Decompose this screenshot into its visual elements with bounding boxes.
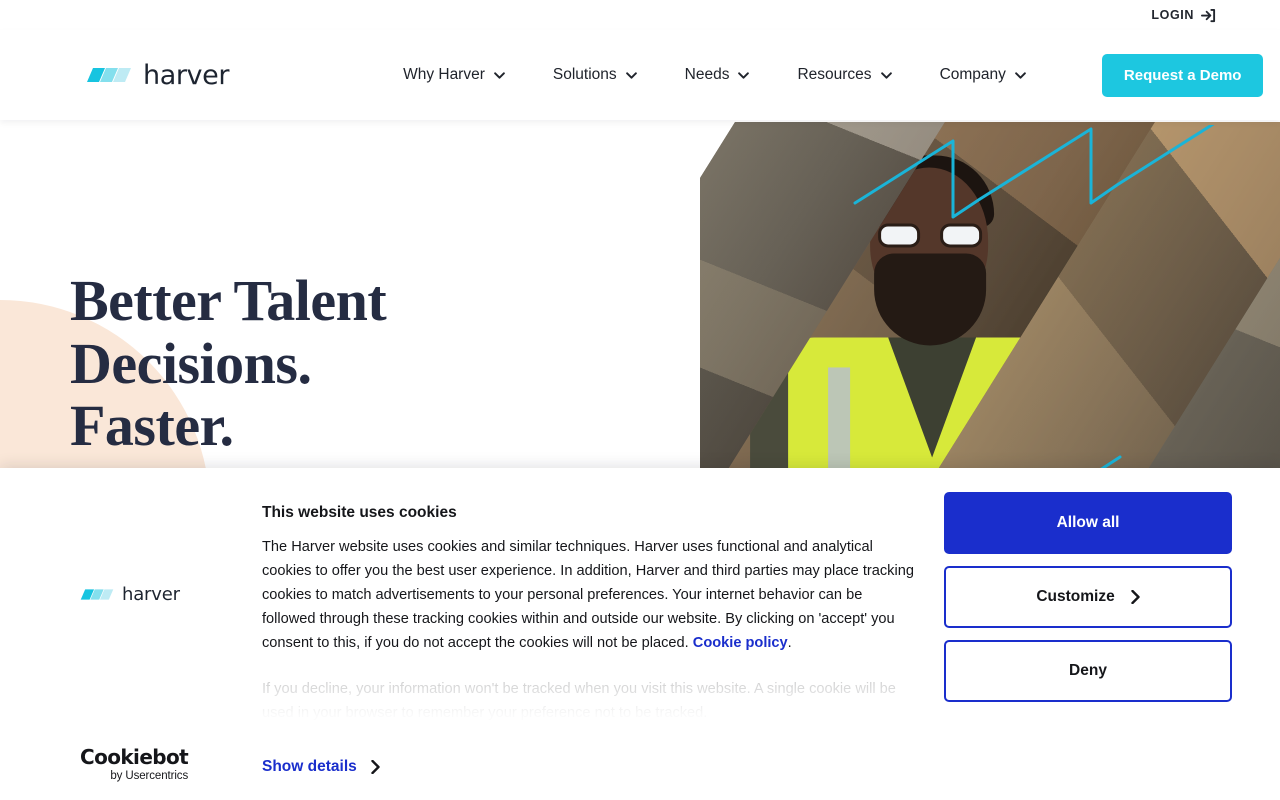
deny-label: Deny: [1069, 662, 1107, 679]
utility-bar: LOGIN: [0, 0, 1280, 30]
nav-item-solutions[interactable]: Solutions: [529, 66, 661, 84]
cookie-banner-actions: Allow all Customize Deny: [944, 492, 1256, 800]
chevron-right-icon: [371, 760, 380, 774]
allow-all-button[interactable]: Allow all: [944, 492, 1232, 554]
cookie-banner-title: This website uses cookies: [262, 504, 457, 521]
login-link[interactable]: LOGIN: [1151, 8, 1216, 23]
cookie-banner-harver-logo: harver: [80, 584, 180, 605]
hero-title-line-3: Faster.: [70, 393, 234, 459]
allow-all-label: Allow all: [1056, 514, 1120, 531]
customize-label: Customize: [1036, 588, 1115, 605]
page-root: LOGIN harver Why Harver Solutions Needs …: [0, 0, 1280, 800]
chevron-down-icon: [494, 71, 505, 79]
cookiebot-logo: Cookiebot by Usercentrics: [80, 745, 189, 782]
nav-item-why-harver[interactable]: Why Harver: [379, 66, 529, 84]
nav-item-needs[interactable]: Needs: [661, 66, 774, 84]
nav-label: Why Harver: [403, 66, 485, 83]
hero-title-line-1: Better Talent: [70, 268, 387, 333]
cookiebot-name: Cookiebot: [80, 745, 189, 769]
hero-image: [700, 122, 1280, 470]
hero-copy: Better Talent Decisions. Faster.: [70, 268, 387, 459]
cookie-banner-content: This website uses cookies The Harver web…: [262, 492, 944, 800]
page-title: Better Talent Decisions. Faster.: [70, 268, 387, 459]
harver-logo-mark: [87, 68, 131, 82]
nav-item-company[interactable]: Company: [916, 66, 1050, 84]
chevron-right-icon: [1130, 590, 1140, 604]
request-demo-button[interactable]: Request a Demo: [1101, 53, 1264, 97]
nav-label: Resources: [797, 66, 872, 83]
sign-in-icon: [1201, 8, 1216, 22]
show-details-link[interactable]: Show details: [262, 758, 914, 776]
customize-button[interactable]: Customize: [944, 566, 1232, 628]
login-label: LOGIN: [1151, 8, 1194, 22]
main-navigation: Why Harver Solutions Needs Resources Com…: [379, 66, 1050, 84]
cookie-body-text-end: .: [787, 634, 792, 651]
cookie-consent-banner: harver Cookiebot by Usercentrics This we…: [0, 468, 1280, 800]
cookie-body-text: The Harver website uses cookies and simi…: [262, 539, 914, 651]
harver-logo-text: harver: [143, 59, 230, 91]
nav-label: Needs: [684, 66, 730, 83]
chevron-down-icon: [880, 71, 892, 79]
hero-title-line-2: Decisions.: [70, 330, 312, 396]
chevron-down-icon: [738, 71, 750, 79]
nav-item-resources[interactable]: Resources: [773, 66, 915, 84]
cookie-banner-branding: harver Cookiebot by Usercentrics: [24, 492, 262, 800]
cookie-banner-body-secondary: If you decline, your information won't b…: [262, 680, 896, 721]
harver-logo[interactable]: harver: [86, 60, 229, 91]
cookie-policy-link[interactable]: Cookie policy: [693, 635, 788, 651]
deny-button[interactable]: Deny: [944, 640, 1232, 702]
show-details-label: Show details: [262, 758, 357, 775]
site-header: harver Why Harver Solutions Needs Resour…: [0, 30, 1280, 120]
nav-label: Company: [939, 66, 1006, 83]
harver-logo-mark: [80, 589, 114, 600]
cookiebot-subtitle: by Usercentrics: [110, 770, 189, 782]
cookie-banner-brand-text: harver: [122, 584, 180, 605]
cookie-banner-body: The Harver website uses cookies and simi…: [262, 536, 914, 656]
chevron-down-icon: [1015, 71, 1026, 79]
nav-label: Solutions: [552, 66, 617, 83]
chevron-down-icon: [625, 71, 637, 79]
